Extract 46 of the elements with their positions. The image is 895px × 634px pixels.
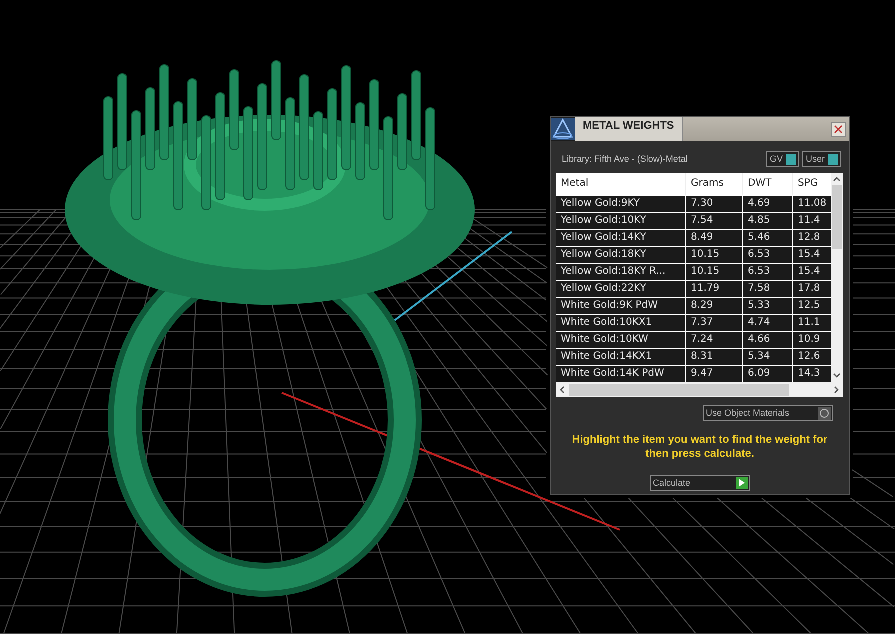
use-object-materials-option[interactable]: Use Object Materials xyxy=(703,405,833,421)
panel-title: METAL WEIGHTS xyxy=(575,117,682,141)
table-row[interactable]: White Gold:14K PdW 9.47 6.09 14.3 xyxy=(556,365,831,382)
calculate-button[interactable]: Calculate xyxy=(650,475,750,491)
grid-line xyxy=(852,409,895,410)
grid-line xyxy=(852,212,895,214)
table-row[interactable]: Yellow Gold:14KY 8.49 5.46 12.8 xyxy=(556,229,831,246)
pyramid-icon xyxy=(551,118,575,140)
library-label: Library: Fifth Ave - (Slow)-Metal xyxy=(562,154,688,164)
scroll-thumb[interactable] xyxy=(832,185,842,249)
grid-line xyxy=(852,431,895,432)
up-caret-icon xyxy=(833,177,841,182)
table-row[interactable]: Yellow Gold:10KY 7.54 4.85 11.4 xyxy=(556,212,831,229)
table-row[interactable]: Yellow Gold:18KY 10.15 6.53 15.4 xyxy=(556,246,831,263)
grid-line xyxy=(852,314,895,315)
scroll-thumb[interactable] xyxy=(569,384,789,396)
grid-line xyxy=(852,454,895,455)
instruction-text: Highlight the item you want to find the weight for then press calculate. xyxy=(571,433,829,461)
table-row[interactable]: Yellow Gold:18KY R... 10.15 6.53 15.4 xyxy=(556,263,831,280)
grid-line xyxy=(852,268,895,270)
grid-line xyxy=(852,256,895,257)
toggle-button[interactable]: GV xyxy=(766,151,799,167)
left-caret-icon xyxy=(560,386,565,394)
grid-line xyxy=(852,331,895,332)
grid-line xyxy=(852,298,895,299)
vertical-scrollbar[interactable] xyxy=(831,173,843,382)
table-row[interactable]: White Gold:10KW 7.24 4.66 10.9 xyxy=(556,331,831,348)
table-row[interactable]: White Gold:10KX1 7.37 4.74 11.1 xyxy=(556,314,831,331)
table-row[interactable]: Yellow Gold:22KY 11.79 7.58 17.8 xyxy=(556,280,831,297)
grid-line xyxy=(852,244,895,245)
grid-line xyxy=(852,368,895,370)
table-row[interactable]: White Gold:14KX1 8.31 5.34 12.6 xyxy=(556,348,831,365)
grid-line xyxy=(852,349,895,350)
down-caret-icon xyxy=(833,373,841,378)
close-button[interactable] xyxy=(831,122,846,137)
play-icon xyxy=(739,479,745,487)
table-row[interactable]: Yellow Gold:9KY 7.30 4.69 11.08 xyxy=(556,195,831,212)
horizontal-scrollbar[interactable] xyxy=(556,382,843,397)
grid-line xyxy=(852,234,895,235)
table-row[interactable]: White Gold:9K PdW 8.29 5.33 12.5 xyxy=(556,297,831,314)
close-icon xyxy=(834,125,843,134)
right-caret-icon xyxy=(834,386,839,394)
grid-line xyxy=(852,282,895,284)
grid-line xyxy=(852,224,895,226)
grid-line xyxy=(852,388,895,390)
toggle-button[interactable]: User xyxy=(802,151,841,167)
